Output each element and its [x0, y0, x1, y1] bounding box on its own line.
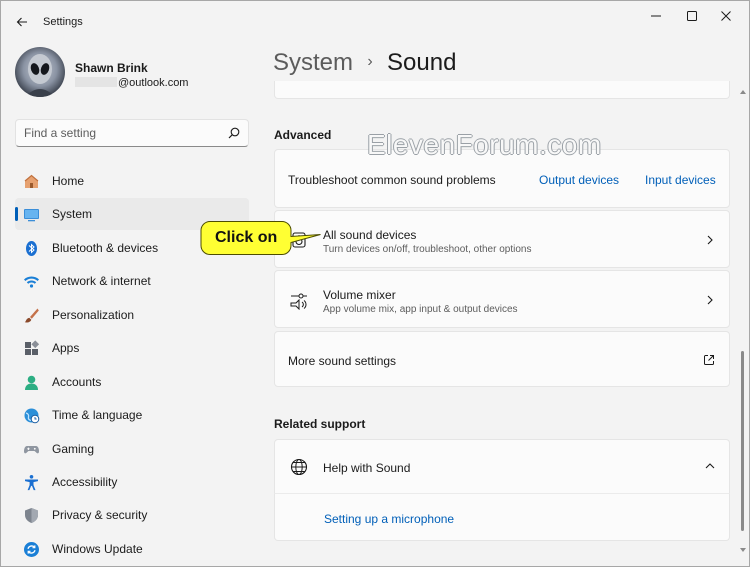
- watermark: ElevenForum.com: [367, 129, 602, 160]
- section-title-advanced: Advanced: [274, 128, 332, 142]
- sidebar-item-label: Time & language: [52, 408, 143, 423]
- more-sound-settings-card[interactable]: More sound settings: [274, 331, 730, 387]
- sidebar-item-accessibility[interactable]: Accessibility: [15, 466, 249, 498]
- help-expander-content: Setting up a microphone: [274, 493, 730, 541]
- sidebar-item-home[interactable]: Home: [15, 165, 249, 197]
- update-icon: [24, 541, 39, 557]
- apps-icon: [25, 340, 40, 356]
- close-icon: [721, 11, 731, 21]
- user-name: Shawn Brink: [75, 61, 148, 75]
- setting-up-microphone-link[interactable]: Setting up a microphone: [324, 512, 454, 526]
- breadcrumb-separator: ›: [367, 53, 373, 70]
- troubleshoot-label: Troubleshoot common sound problems: [288, 173, 496, 187]
- sidebar-item-accounts[interactable]: Accounts: [15, 366, 249, 398]
- search-input[interactable]: [24, 126, 214, 140]
- callout-text: Click on: [215, 229, 278, 246]
- avatar[interactable]: [15, 47, 65, 97]
- output-devices-link[interactable]: Output devices: [539, 173, 619, 187]
- accounts-icon: [25, 375, 38, 390]
- home-icon: [24, 174, 39, 188]
- sidebar-item-label: System: [52, 207, 93, 222]
- redacted-email-block: [75, 77, 117, 87]
- help-with-sound-expander[interactable]: Help with Sound: [274, 439, 730, 494]
- breadcrumb: System › Sound: [273, 49, 456, 77]
- all-sound-devices-label: All sound devices: [323, 228, 417, 242]
- back-arrow-icon: [16, 17, 27, 27]
- sidebar-item-gaming[interactable]: Gaming: [15, 433, 249, 465]
- sidebar-item-label: Network & internet: [52, 274, 151, 289]
- page-title: Sound: [387, 49, 457, 76]
- sidebar-item-label: Personalization: [52, 307, 135, 322]
- search-box[interactable]: [15, 119, 249, 147]
- back-button[interactable]: [9, 9, 35, 35]
- volume-mixer-icon: [290, 293, 307, 310]
- sidebar-item-personalization[interactable]: Personalization: [15, 299, 249, 331]
- close-button[interactable]: [703, 1, 749, 31]
- search-icon[interactable]: [228, 127, 240, 139]
- brush-icon: [24, 308, 39, 323]
- sidebar-item-label: Bluetooth & devices: [52, 240, 159, 255]
- user-email: @outlook.com: [75, 77, 188, 89]
- click-on-callout: Click on: [200, 220, 322, 256]
- chevron-right-icon: [707, 295, 713, 305]
- title-bar: Settings: [1, 1, 749, 41]
- chevron-up-icon[interactable]: [705, 461, 715, 471]
- globe-icon: [290, 458, 308, 476]
- input-devices-link[interactable]: Input devices: [645, 173, 716, 187]
- scroll-down-arrow-icon[interactable]: [740, 547, 746, 553]
- sidebar-item-windows-update[interactable]: Windows Update: [15, 533, 249, 565]
- alien-avatar-icon: [25, 54, 55, 97]
- volume-mixer-label: Volume mixer: [323, 288, 396, 302]
- gamepad-icon: [24, 445, 39, 453]
- accessibility-icon: [25, 474, 38, 491]
- sidebar-item-label: Windows Update: [52, 541, 143, 556]
- sidebar-item-label: Gaming: [52, 441, 95, 456]
- all-sound-devices-description: Turn devices on/off, troubleshoot, other…: [323, 244, 532, 255]
- scrollbar[interactable]: [739, 89, 747, 559]
- minimize-icon: [651, 15, 661, 17]
- sidebar-item-label: Home: [52, 174, 85, 188]
- sidebar-item-label: Accessibility: [52, 474, 118, 489]
- settings-window: Settings Shawn Brink @outlook.com Find a…: [0, 0, 750, 567]
- wifi-icon: [24, 276, 39, 288]
- sidebar-item-time-language[interactable]: Time & language: [15, 399, 249, 431]
- help-with-sound-label: Help with Sound: [323, 461, 411, 475]
- sidebar-item-label: Accounts: [52, 374, 102, 389]
- system-icon: [24, 209, 39, 222]
- sidebar-item-label: Privacy & security: [52, 508, 148, 523]
- section-title-related-support: Related support: [274, 417, 366, 431]
- maximize-icon: [687, 11, 697, 21]
- scrollbar-thumb[interactable]: [741, 351, 744, 531]
- all-sound-devices-card[interactable]: All sound devices Turn devices on/off, t…: [274, 210, 730, 268]
- volume-mixer-card[interactable]: Volume mixer App volume mix, app input &…: [274, 270, 730, 328]
- bluetooth-icon: [26, 240, 37, 256]
- app-title: Settings: [43, 16, 83, 28]
- external-link-icon: [704, 355, 714, 365]
- globe-clock-icon: [24, 408, 40, 424]
- more-sound-settings-label: More sound settings: [288, 354, 397, 368]
- chevron-right-icon: [707, 235, 713, 245]
- sidebar-item-privacy-security[interactable]: Privacy & security: [15, 499, 249, 531]
- sidebar-item-label: Apps: [52, 341, 80, 356]
- scroll-up-arrow-icon[interactable]: [740, 89, 746, 95]
- sidebar-item-network[interactable]: Network & internet: [15, 265, 249, 297]
- user-email-domain: @outlook.com: [118, 77, 189, 89]
- breadcrumb-parent[interactable]: System: [273, 49, 353, 76]
- volume-mixer-description: App volume mix, app input & output devic…: [323, 304, 518, 315]
- sidebar-item-apps[interactable]: Apps: [15, 332, 249, 364]
- shield-icon: [25, 508, 38, 524]
- previous-card-bottom: [274, 81, 730, 99]
